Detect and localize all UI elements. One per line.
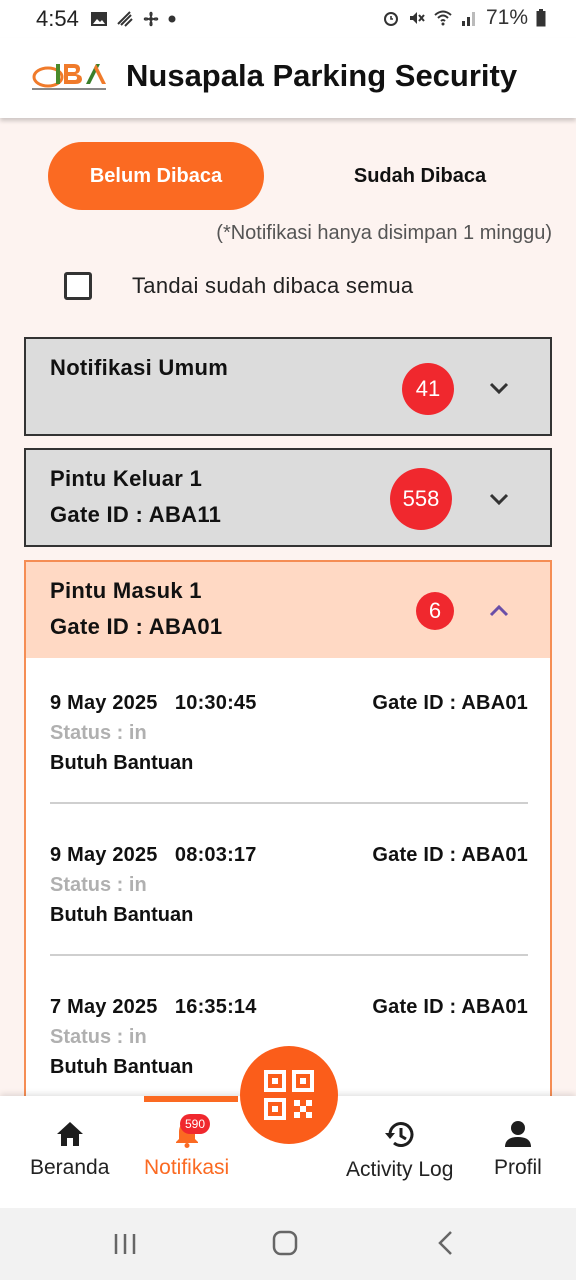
item-status: Status : in	[50, 722, 147, 744]
group-title: Notifikasi Umum	[50, 355, 229, 380]
wifi-icon	[434, 10, 452, 26]
qr-code-icon	[264, 1070, 314, 1120]
nav-label: Activity Log	[346, 1158, 454, 1181]
status-time: 4:54	[36, 6, 79, 31]
nav-label: Beranda	[30, 1156, 110, 1179]
item-description: Butuh Bantuan	[50, 904, 194, 926]
home-button-icon[interactable]	[272, 1230, 298, 1256]
notification-count-badge: 590	[180, 1114, 210, 1134]
nav-activity-log[interactable]: Activity Log	[346, 1120, 453, 1182]
chevron-up-icon[interactable]	[488, 604, 510, 618]
group-notifikasi-umum[interactable]: Notifikasi Umum 41	[24, 337, 552, 436]
alarm-icon	[383, 12, 398, 26]
nav-label: Profil	[494, 1156, 542, 1179]
person-icon	[504, 1121, 531, 1147]
system-navigation-bar	[0, 1208, 576, 1280]
status-left-icons	[90, 10, 176, 28]
nav-profil[interactable]: Profil	[494, 1120, 542, 1180]
app-bar: Nusapala Parking Security	[0, 38, 576, 118]
retention-note: (*Notifikasi hanya disimpan 1 minggu)	[216, 222, 552, 244]
unread-count-badge: 558	[390, 468, 452, 530]
back-icon[interactable]	[436, 1230, 456, 1256]
item-gate-id: Gate ID : ABA01	[372, 844, 528, 866]
unread-count-badge: 41	[402, 363, 454, 415]
mark-all-row[interactable]: Tandai sudah dibaca semua	[64, 272, 413, 300]
item-divider	[50, 802, 528, 804]
group-header[interactable]: Pintu Masuk 1 Gate ID : ABA01 6	[26, 562, 550, 658]
app-title: Nusapala Parking Security	[126, 58, 518, 93]
group-title: Pintu Keluar 1	[50, 466, 203, 491]
read-status-tabs: Belum Dibaca Sudah Dibaca	[24, 140, 552, 212]
group-title: Pintu Masuk 1	[50, 578, 202, 603]
nav-label: Notifikasi	[144, 1156, 230, 1179]
item-divider	[50, 954, 528, 956]
signal-icon	[461, 12, 475, 26]
item-gate-id: Gate ID : ABA01	[372, 996, 528, 1018]
item-description: Butuh Bantuan	[50, 1056, 194, 1078]
notification-item[interactable]: 9 May 2025 08:03:17 Gate ID : ABA01 Stat…	[50, 844, 528, 934]
mark-all-label: Tandai sudah dibaca semua	[132, 273, 414, 298]
tab-belum-dibaca[interactable]: Belum Dibaca	[48, 142, 264, 210]
history-icon	[384, 1122, 414, 1147]
chevron-down-icon[interactable]	[488, 381, 510, 395]
item-status: Status : in	[50, 1026, 147, 1048]
battery-icon	[536, 9, 546, 27]
nusapala-logo	[32, 64, 106, 90]
mute-icon	[409, 12, 425, 24]
chevron-down-icon[interactable]	[488, 492, 510, 506]
fan-icon	[143, 11, 159, 27]
group-gate-id: Gate ID : ABA11	[50, 502, 222, 527]
dot-icon	[168, 15, 176, 23]
recent-apps-icon[interactable]	[112, 1232, 138, 1256]
notification-item[interactable]: 9 May 2025 10:30:45 Gate ID : ABA01 Stat…	[50, 692, 528, 782]
nav-beranda[interactable]: Beranda	[30, 1120, 109, 1180]
wifi-calling-icon	[117, 11, 133, 27]
battery-percent: 71%	[485, 6, 528, 29]
item-date: 7 May 2025 16:35:14	[50, 996, 257, 1018]
gallery-icon	[91, 12, 107, 26]
unread-count-badge: 6	[416, 592, 454, 630]
active-tab-indicator	[144, 1096, 238, 1102]
item-status: Status : in	[50, 874, 147, 896]
item-date: 9 May 2025 08:03:17	[50, 844, 257, 866]
group-gate-id: Gate ID : ABA01	[50, 614, 223, 639]
group-pintu-masuk-1: Pintu Masuk 1 Gate ID : ABA01 6 9 May 20…	[24, 560, 552, 1120]
tab-sudah-dibaca[interactable]: Sudah Dibaca	[312, 142, 528, 210]
item-gate-id: Gate ID : ABA01	[372, 692, 528, 714]
home-icon	[56, 1122, 83, 1146]
mark-all-checkbox[interactable]	[64, 272, 92, 300]
status-bar: 4:54 71%	[0, 0, 576, 38]
group-pintu-keluar-1[interactable]: Pintu Keluar 1 Gate ID : ABA11 558	[24, 448, 552, 547]
item-date: 9 May 2025 10:30:45	[50, 692, 257, 714]
qr-scan-button[interactable]	[240, 1046, 338, 1144]
status-right: 71%	[382, 6, 546, 30]
item-description: Butuh Bantuan	[50, 752, 194, 774]
